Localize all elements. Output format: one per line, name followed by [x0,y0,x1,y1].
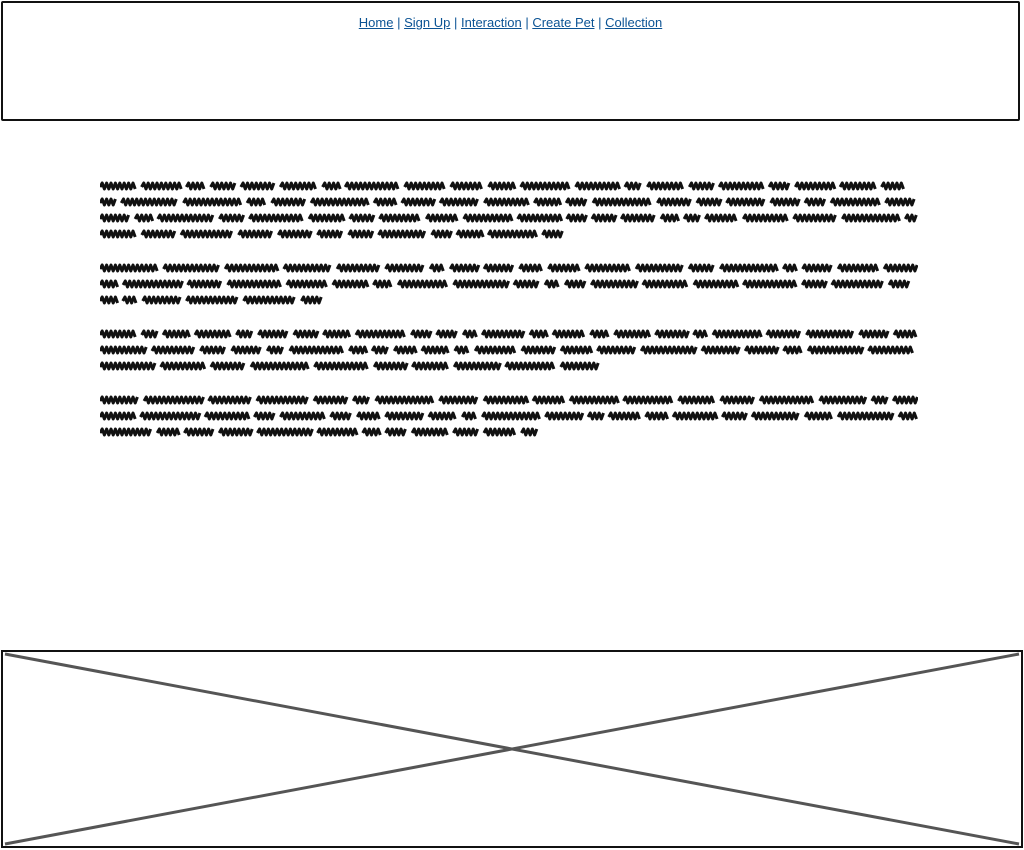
placeholder-text-line [100,358,920,374]
placeholder-paragraph [100,392,920,440]
placeholder-text-line [100,210,920,226]
placeholder-text-line [100,260,920,276]
nav-separator: | [598,15,602,30]
placeholder-text-line [100,342,920,358]
placeholder-text-line [100,194,920,210]
placeholder-text-line [100,326,920,342]
placeholder-paragraph [100,178,920,242]
placeholder-text-line [100,292,920,308]
placeholder-text-line [100,178,920,194]
nav-link-collection[interactable]: Collection [605,15,662,30]
nav-link-create-pet[interactable]: Create Pet [532,15,594,30]
placeholder-paragraph [100,326,920,374]
nav-link-interaction[interactable]: Interaction [461,15,522,30]
placeholder-text-line [100,226,920,242]
top-nav: Home | Sign Up | Interaction | Create Pe… [3,15,1018,30]
header-wireframe-box: Home | Sign Up | Interaction | Create Pe… [1,1,1020,121]
nav-link-home[interactable]: Home [359,15,394,30]
nav-separator: | [397,15,401,30]
placeholder-text-line [100,408,920,424]
placeholder-paragraph [100,260,920,308]
placeholder-text-line [100,276,920,292]
placeholder-text-line [100,424,920,440]
nav-separator: | [525,15,529,30]
nav-separator: | [453,15,458,30]
placeholder-text-line [100,392,920,408]
image-placeholder-x-icon [4,652,1020,846]
footer-image-placeholder [1,650,1023,848]
body-text-placeholder [100,178,920,458]
nav-link-sign-up[interactable]: Sign Up [404,15,450,30]
